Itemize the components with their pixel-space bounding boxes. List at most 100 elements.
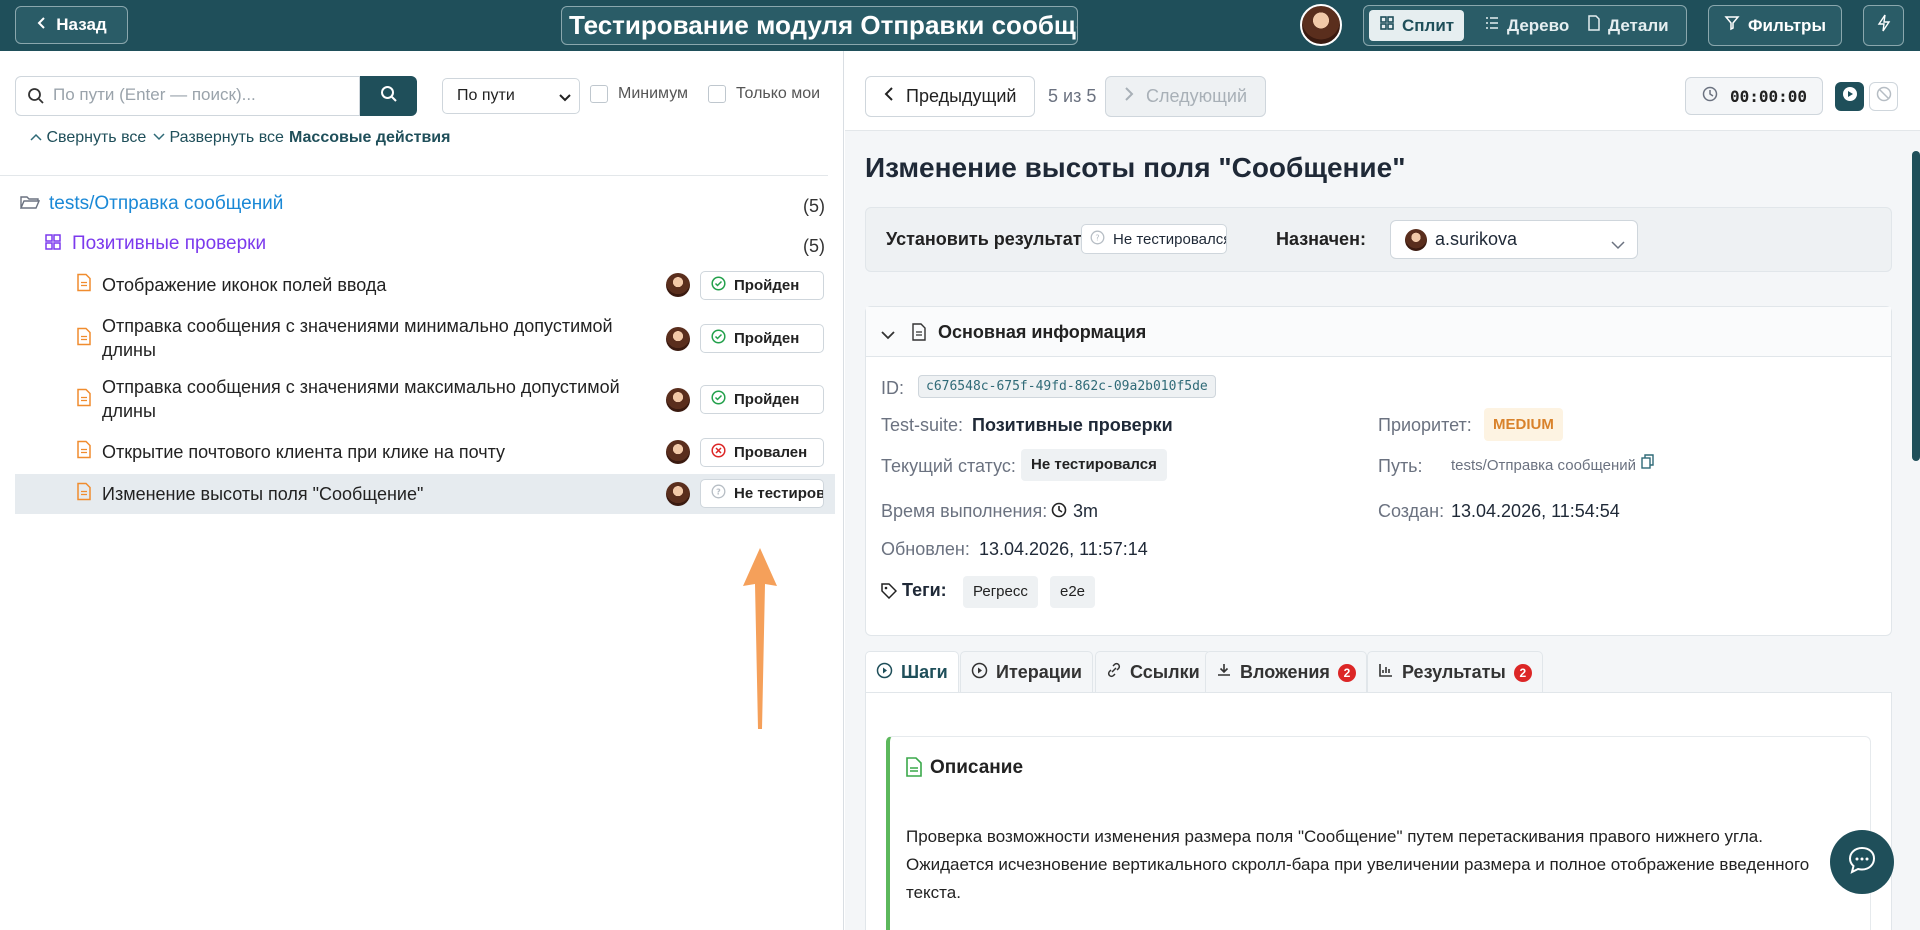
next-button[interactable]: Следующий [1105, 76, 1267, 117]
tag-chip[interactable]: e2e [1050, 576, 1096, 608]
question-circle-icon: ? [1090, 230, 1105, 249]
play-circle-icon [876, 662, 893, 684]
status-label: Не тестировался [734, 485, 823, 502]
collapse-all-link[interactable]: Свернуть все [30, 129, 146, 147]
ban-icon [1876, 86, 1892, 107]
result-select[interactable]: ? Не тестировался [1081, 224, 1227, 254]
assignee-avatar [1405, 228, 1427, 251]
status-badge[interactable]: Пройден [700, 324, 824, 353]
tab-label: Ссылки [1130, 662, 1200, 682]
view-tree-button[interactable]: Дерево [1474, 10, 1579, 41]
timer: 00:00:00 [1685, 77, 1823, 115]
test-case-row[interactable]: Открытие почтового клиента при клике на … [15, 432, 835, 472]
sort-select[interactable]: По пути [442, 78, 580, 114]
quick-actions-button[interactable] [1863, 5, 1904, 46]
checkbox-box[interactable] [708, 85, 726, 103]
tab-iterations[interactable]: Итерации [960, 651, 1093, 693]
folder-open-icon [19, 194, 41, 215]
test-case-row[interactable]: Отображение иконок полей ввода Пройден [15, 265, 835, 305]
tree-suite[interactable]: Позитивные проверки [45, 233, 266, 255]
assignee-name: a.surikova [1435, 229, 1518, 249]
test-case-row[interactable]: Отправка сообщения с значениями минималь… [15, 311, 835, 367]
view-split-button[interactable]: Сплит [1369, 10, 1465, 41]
tab-links[interactable]: Ссылки [1095, 651, 1211, 693]
test-case-name: Отображение иконок полей ввода [102, 275, 387, 295]
status-badge[interactable]: ? Не тестировался [700, 479, 824, 508]
status-badge[interactable]: Провален [700, 438, 824, 467]
assignee-avatar [666, 327, 690, 351]
assignee-avatar [666, 388, 690, 412]
view-switcher: Сплит Дерево Детали [1363, 5, 1687, 46]
main-info-header[interactable]: Основная информация [866, 307, 1891, 357]
tag-chip[interactable]: Регресс [963, 576, 1038, 608]
test-case-row-selected[interactable]: Изменение высоты поля "Сообщение" ? Не т… [15, 474, 835, 514]
lightning-icon [1877, 14, 1891, 37]
search-input[interactable] [53, 77, 353, 113]
description-title: Описание [930, 757, 1024, 778]
test-case-row[interactable]: Отправка сообщения с значениями максимал… [15, 372, 835, 428]
chevron-down-icon [153, 129, 165, 146]
previous-button[interactable]: Предыдущий [865, 76, 1036, 117]
search-icon [27, 87, 45, 110]
priority-badge: MEDIUM [1484, 408, 1563, 441]
test-case-name: Изменение высоты поля "Сообщение" [102, 484, 424, 504]
minimum-checkbox[interactable]: Минимум [590, 85, 688, 103]
status-badge[interactable]: Пройден [700, 271, 824, 300]
filters-button[interactable]: Фильтры [1708, 5, 1842, 46]
only-mine-label: Только мои [736, 85, 821, 102]
bulk-actions-link[interactable]: Массовые действия [289, 129, 450, 147]
tab-results[interactable]: Результаты 2 [1367, 651, 1543, 693]
status-badge[interactable]: Пройден [700, 385, 824, 414]
stop-timer-button[interactable] [1869, 82, 1898, 111]
search-button[interactable] [360, 76, 417, 116]
document-icon [1587, 15, 1601, 36]
tab-steps[interactable]: Шаги [865, 651, 959, 693]
clock-icon [1051, 502, 1067, 523]
main-info-card: Основная информация ID: c676548c-675f-49… [865, 306, 1892, 636]
chat-button[interactable] [1830, 830, 1894, 894]
check-circle-icon [711, 276, 726, 295]
link-icon [1106, 662, 1122, 683]
checkbox-box[interactable] [590, 85, 608, 103]
tags-label: Теги: [902, 580, 947, 600]
filter-icon [1724, 15, 1740, 36]
count-badge: 2 [1513, 663, 1532, 682]
suite-label: Test-suite: [881, 415, 964, 435]
split-icon [1379, 15, 1395, 36]
position-indicator: 5 из 5 [1048, 86, 1097, 106]
description-line: Ожидается исчезновение вертикального скр… [906, 855, 1810, 874]
path-value: tests/Отправка сообщений [1451, 457, 1637, 474]
back-button[interactable]: Назад [15, 6, 128, 44]
start-timer-button[interactable] [1835, 82, 1864, 111]
view-details-button[interactable]: Детали [1577, 10, 1679, 41]
id-value: c676548c-675f-49fd-862c-09a2b010f5de [918, 375, 1216, 398]
only-mine-checkbox[interactable]: Только мои [708, 85, 820, 103]
chevron-left-icon [884, 86, 894, 107]
tab-attachments[interactable]: Вложения 2 [1205, 651, 1367, 693]
expand-all-link[interactable]: Развернуть все [153, 129, 284, 147]
assignee-select[interactable]: a.surikova [1390, 220, 1638, 259]
sort-select-value: По пути [457, 87, 515, 104]
created-label: Создан: [1378, 501, 1445, 521]
tab-label: Шаги [901, 662, 948, 682]
chevron-left-icon [36, 15, 48, 35]
download-icon [1216, 662, 1232, 683]
copy-icon[interactable] [1641, 454, 1655, 475]
page-title: Тестирование модуля Отправки сообще... [561, 6, 1078, 45]
scrollbar[interactable] [1912, 151, 1920, 461]
tab-label: Результаты [1402, 662, 1506, 682]
duration-label: Время выполнения: [881, 501, 1048, 521]
description-card: Описание Проверка возможности изменения … [886, 736, 1871, 930]
result-bar: Установить результат: ? Не тестировался … [865, 207, 1892, 272]
tree-folder[interactable]: tests/Отправка сообщений [19, 193, 283, 215]
updated-label: Обновлен: [881, 539, 970, 559]
assigned-label: Назначен: [1276, 229, 1366, 249]
tab-label: Итерации [996, 662, 1082, 682]
filters-label: Фильтры [1748, 15, 1826, 35]
suite-grid-icon [45, 233, 61, 255]
divider [0, 175, 828, 176]
user-avatar[interactable] [1300, 4, 1342, 46]
svg-text:?: ? [716, 488, 721, 497]
path-label: Путь: [1378, 456, 1423, 476]
count-badge: 2 [1337, 663, 1356, 682]
